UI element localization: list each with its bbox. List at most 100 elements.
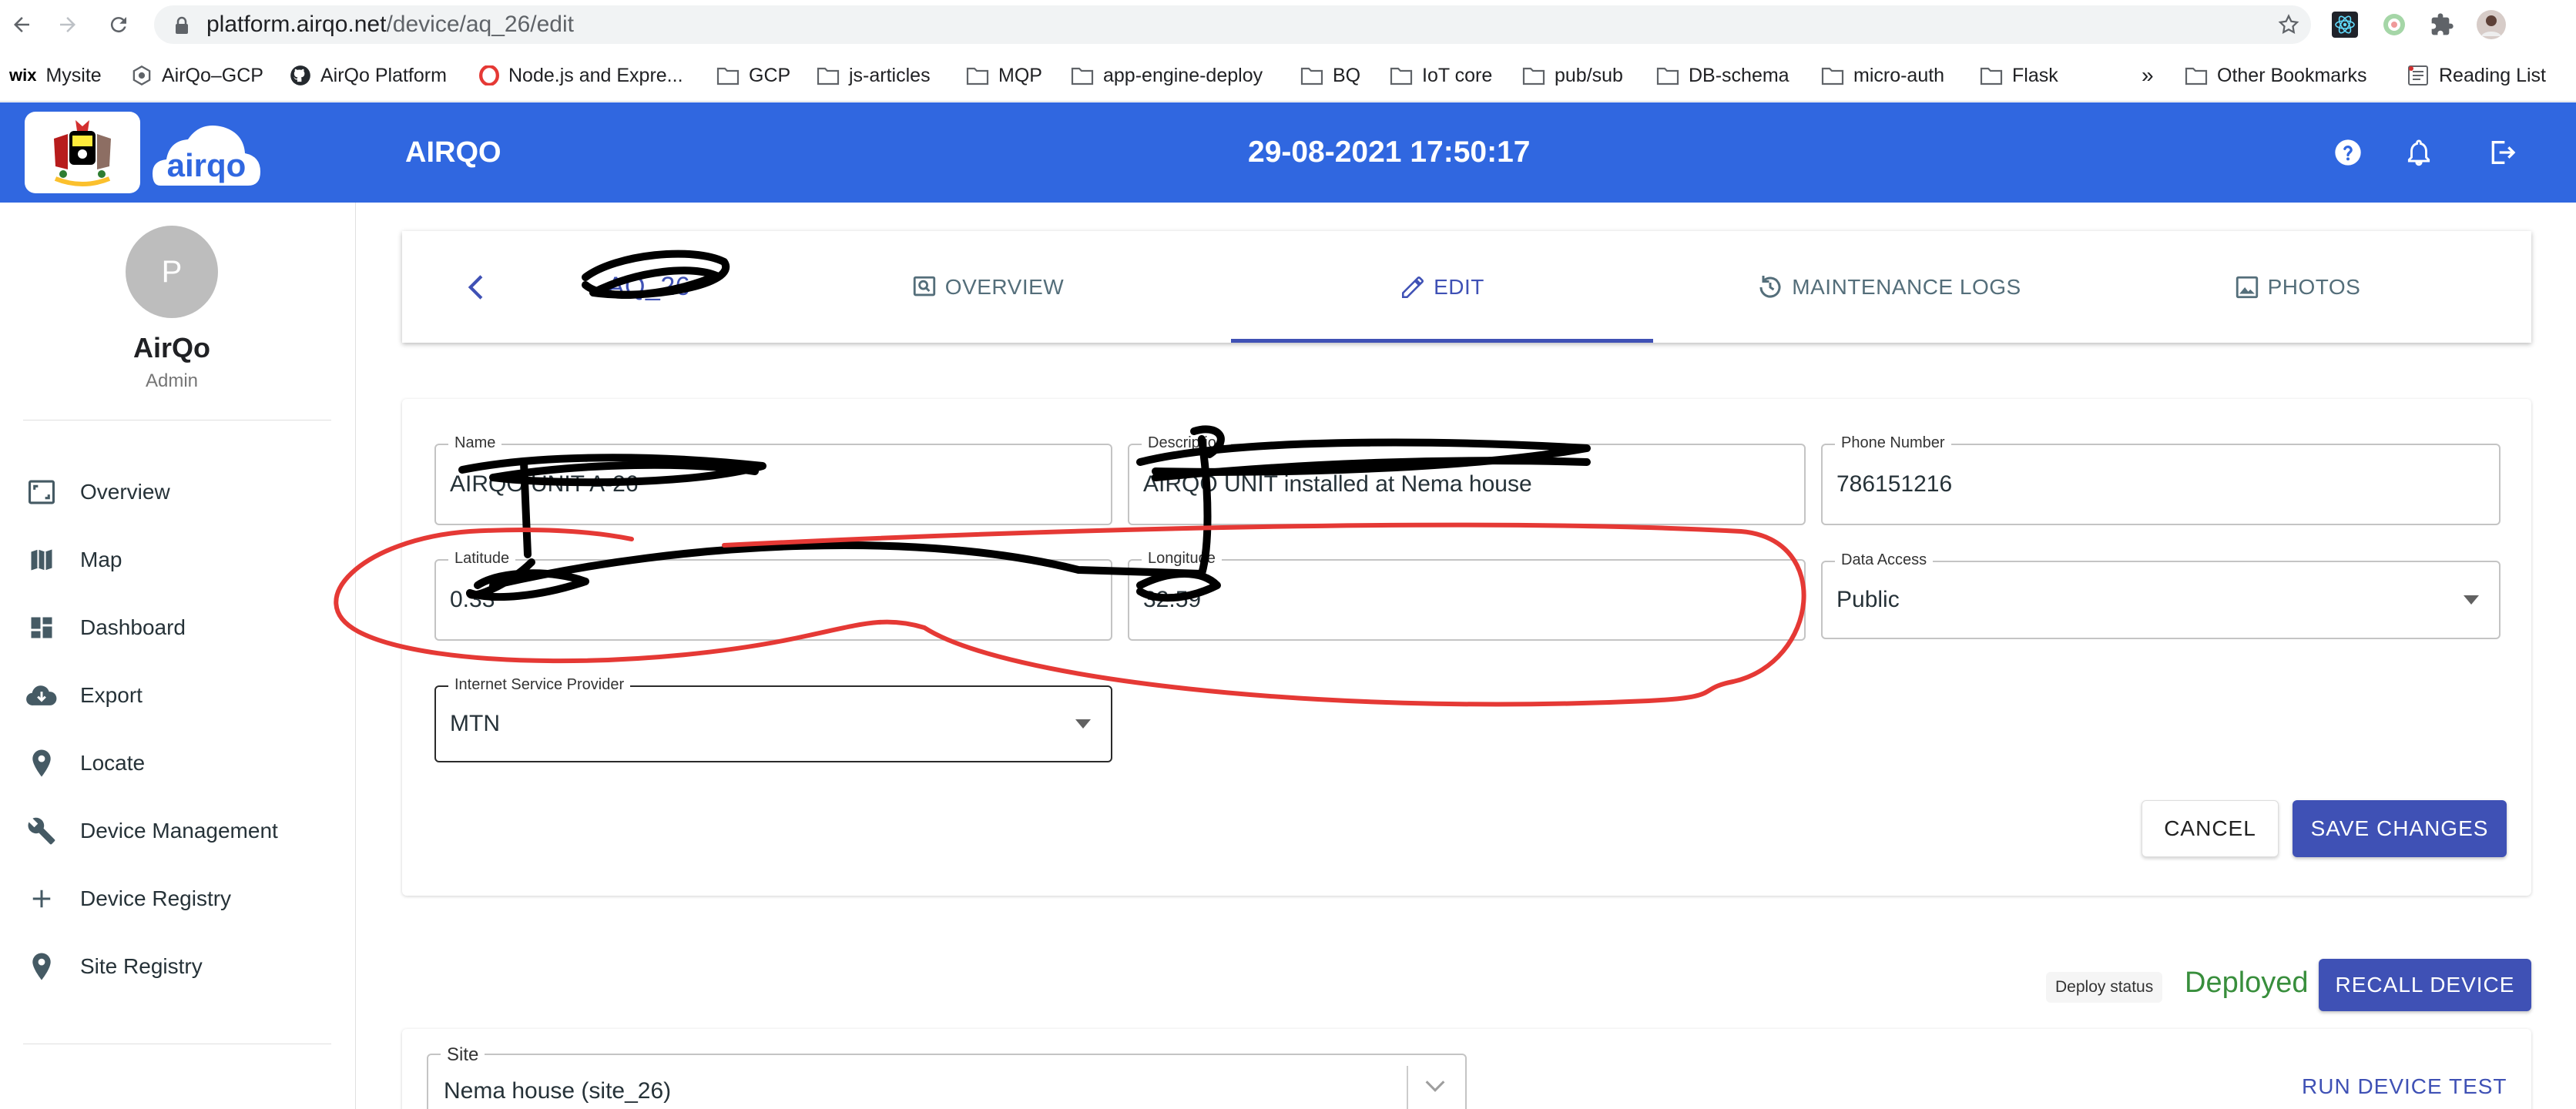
tab-edit[interactable]: EDIT	[1231, 231, 1653, 343]
sidebar-item-export[interactable]: Export	[25, 672, 143, 719]
tab-label: PHOTOS	[2267, 274, 2361, 299]
sidebar-item-device-management[interactable]: Device Management	[25, 808, 278, 854]
bookmark-gcp[interactable]: GCP	[716, 49, 790, 102]
name-field[interactable]: Name AIRQO UNIT A-26	[434, 434, 1112, 525]
folder-icon	[1071, 67, 1094, 85]
coat-of-arms-logo	[25, 112, 140, 193]
active-tab-indicator	[1231, 339, 1653, 343]
help-icon[interactable]	[2331, 136, 2365, 169]
tab-label: MAINTENANCE LOGS	[1792, 274, 2021, 299]
location-pin-icon	[25, 950, 59, 983]
bookmark-label: DB-schema	[1689, 64, 1789, 86]
tab-photos[interactable]: PHOTOS	[2128, 231, 2467, 343]
folder-icon	[966, 67, 989, 85]
run-device-test-button[interactable]: RUN DEVICE TEST	[2302, 1074, 2507, 1099]
description-field[interactable]: Description AIRQO UNIT installed at Nema…	[1128, 434, 1806, 525]
bookmark-label: MQP	[998, 64, 1042, 86]
sidebar-item-dashboard[interactable]: Dashboard	[25, 605, 186, 651]
bookmark-js-articles[interactable]: js-articles	[817, 49, 931, 102]
field-value: 786151216	[1836, 471, 1953, 497]
bookmark-pubsub[interactable]: pub/sub	[1522, 49, 1623, 102]
url-text: platform.airqo.net/device/aq_26/edit	[206, 12, 574, 37]
wrench-icon	[25, 814, 59, 848]
forward-arrow-icon[interactable]	[54, 11, 82, 39]
sidebar-item-locate[interactable]: Locate	[25, 740, 145, 786]
bookmarks-bar: wix Mysite AirQo–GCP AirQo Platform Node…	[0, 49, 2576, 102]
gcp-icon	[132, 65, 151, 86]
browser-toolbar: platform.airqo.net/device/aq_26/edit	[0, 0, 2576, 49]
dropdown-arrow-icon[interactable]	[2464, 595, 2479, 605]
bookmark-iot-core[interactable]: IoT core	[1390, 49, 1492, 102]
field-value: 0.33	[450, 587, 495, 612]
bookmark-db-schema[interactable]: DB-schema	[1656, 49, 1789, 102]
location-pin-icon	[25, 746, 59, 780]
tab-overview[interactable]: OVERVIEW	[849, 231, 1126, 343]
tab-label: EDIT	[1434, 274, 1484, 299]
reading-list[interactable]: Reading List	[2407, 49, 2546, 102]
folder-icon	[2185, 67, 2208, 85]
cloud-download-icon	[25, 678, 59, 712]
sidebar-item-site-registry[interactable]: Site Registry	[25, 943, 203, 990]
back-button[interactable]	[433, 231, 518, 343]
user-name: AirQo	[132, 332, 210, 364]
map-icon	[25, 543, 59, 577]
sidebar-item-overview[interactable]: Overview	[25, 469, 170, 515]
bookmark-airqo-platform[interactable]: AirQo Platform	[290, 49, 447, 102]
bookmark-label: js-articles	[849, 64, 931, 86]
bookmark-flask[interactable]: Flask	[1980, 49, 2058, 102]
bookmark-mqp[interactable]: MQP	[966, 49, 1042, 102]
field-value: Public	[1836, 587, 1900, 612]
longitude-field[interactable]: Longitude 32.59	[1128, 550, 1806, 641]
save-changes-button[interactable]: SAVE CHANGES	[2293, 800, 2507, 857]
cancel-button[interactable]: CANCEL	[2142, 800, 2279, 857]
sidebar-item-map[interactable]: Map	[25, 537, 122, 583]
latitude-field[interactable]: Latitude 0.33	[434, 550, 1112, 641]
bookmark-label: Other Bookmarks	[2217, 64, 2367, 86]
sidebar-item-label: Device Management	[80, 819, 278, 843]
deploy-status-value: Deployed	[2185, 967, 2309, 999]
sidebar-item-label: Export	[80, 683, 143, 707]
wix-icon: wix	[9, 65, 37, 85]
isp-select[interactable]: Internet Service Provider MTN	[434, 676, 1112, 762]
bookmarks-overflow-button[interactable]: »	[2142, 49, 2154, 102]
chevron-down-icon[interactable]	[1422, 1077, 1448, 1099]
bookmark-nodejs[interactable]: Node.js and Expre...	[479, 49, 683, 102]
other-bookmarks[interactable]: Other Bookmarks	[2185, 49, 2367, 102]
bookmark-bq[interactable]: BQ	[1300, 49, 1360, 102]
bookmark-micro-auth[interactable]: micro-auth	[1821, 49, 1944, 102]
field-value: Nema house (site_26)	[444, 1078, 672, 1104]
profile-avatar-icon[interactable]	[2476, 9, 2507, 40]
field-value: MTN	[450, 711, 500, 736]
bookmark-airqo-gcp[interactable]: AirQo–GCP	[131, 49, 263, 102]
bookmark-label: Reading List	[2439, 64, 2546, 86]
bookmark-label: AirQo–GCP	[162, 64, 263, 86]
deploy-status-label: Deploy status	[2046, 972, 2163, 1003]
folder-icon	[1522, 67, 1545, 85]
notifications-bell-icon[interactable]	[2402, 136, 2436, 169]
logout-icon[interactable]	[2485, 136, 2519, 169]
history-icon	[1759, 275, 1781, 297]
react-extension-icon[interactable]	[2329, 9, 2360, 40]
recall-device-button[interactable]: RECALL DEVICE	[2319, 959, 2531, 1011]
overview-icon	[25, 475, 59, 509]
bookmark-app-engine-deploy[interactable]: app-engine-deploy	[1071, 49, 1263, 102]
site-select[interactable]: Site Nema house (site_26)	[427, 1044, 1467, 1109]
avatar[interactable]: P	[126, 226, 218, 318]
bookmark-mysite[interactable]: wix Mysite	[9, 49, 102, 102]
tab-maintenance-logs[interactable]: MAINTENANCE LOGS	[1696, 231, 2081, 343]
reload-icon[interactable]	[105, 11, 132, 39]
data-access-select[interactable]: Data Access Public	[1821, 551, 2501, 639]
field-value: AIRQO UNIT A-26	[450, 471, 639, 497]
puzzle-extensions-icon[interactable]	[2427, 9, 2457, 40]
folder-icon	[1821, 67, 1844, 85]
bookmark-label: BQ	[1333, 64, 1361, 86]
dropdown-arrow-icon[interactable]	[1075, 719, 1091, 729]
color-extension-icon[interactable]	[2379, 9, 2410, 40]
sidebar-item-device-registry[interactable]: Device Registry	[25, 876, 231, 922]
address-bar[interactable]: platform.airqo.net/device/aq_26/edit	[154, 5, 2311, 44]
back-arrow-icon[interactable]	[8, 11, 35, 39]
bookmark-label: IoT core	[1422, 64, 1493, 86]
sidebar-item-label: Dashboard	[80, 615, 186, 639]
phone-number-field[interactable]: Phone Number 786151216	[1821, 434, 2501, 525]
bookmark-star-icon[interactable]	[2277, 13, 2300, 40]
